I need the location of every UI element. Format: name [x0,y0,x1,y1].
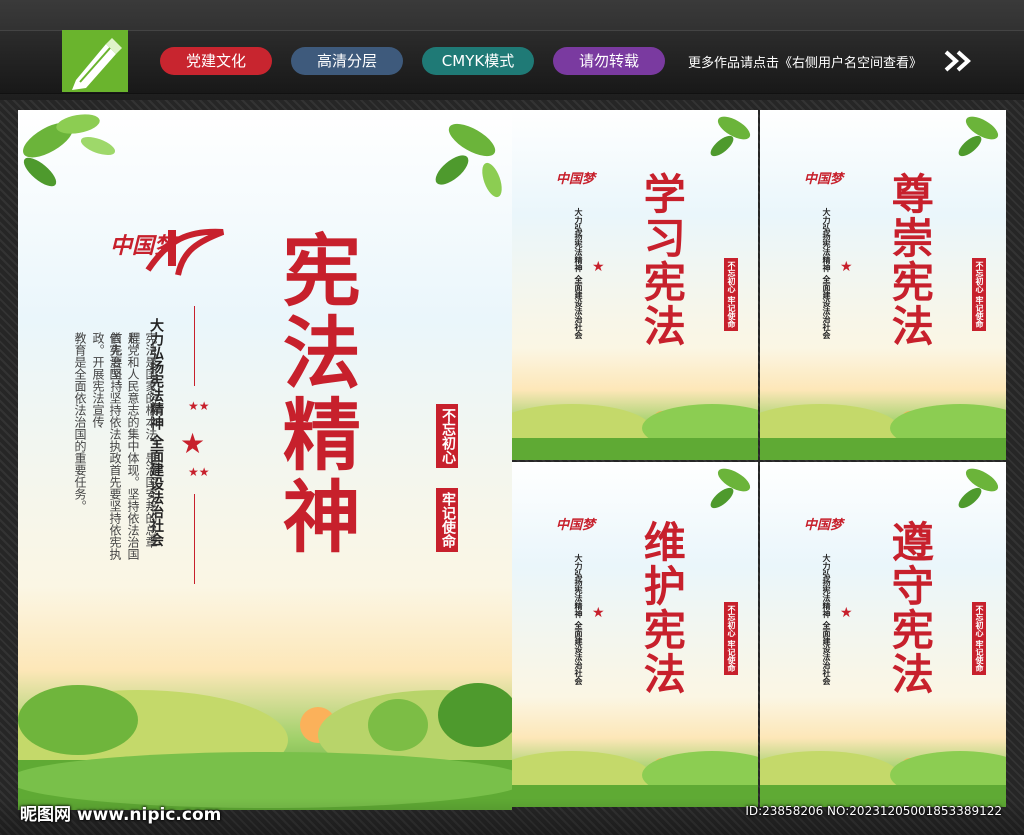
tag-hd-layers[interactable]: 高清分层 [291,47,403,75]
grassland-scenery [760,404,1006,460]
star-large-icon: ★ [180,427,206,460]
main-title: 宪法精神 [269,230,361,558]
divider-line-bottom [194,494,195,584]
poster-seal: 不忘初心 牢记使命 [972,258,986,331]
china-dream-brand-mark: 中国梦 [804,172,844,187]
top-banner: 党建文化 高清分层 CMYK模式 请勿转载 更多作品请点击《右侧用户名空间查看》 [0,0,1024,100]
seal-not-forget: 不忘初心 [436,404,458,468]
star-icon: ★ [592,605,605,621]
china-dream-brand-mark: 中国梦 [556,518,596,533]
grassland-scenery [512,751,758,807]
grassland-scenery [512,404,758,460]
poster-study-constitution: 中国梦 大力弘扬宪法精神 全面建设法治社会 ★ 学习宪法 不忘初心 牢记使命 [512,110,758,460]
star-icon: ★★ [188,399,210,413]
divider-line-top [194,306,195,386]
poster-obey-constitution: 中国梦 大力弘扬宪法精神 全面建设法治社会 ★ 遵守宪法 不忘初心 牢记使命 [760,462,1006,807]
pencil-logo-icon [72,38,122,90]
more-works-notice[interactable]: 更多作品请点击《右侧用户名空间查看》 [688,52,922,71]
china-dream-ribbon-icon [145,228,225,276]
leaves-top-left-decoration [23,114,116,187]
tag-cmyk-mode[interactable]: CMYK模式 [422,47,534,75]
star-icon: ★ [840,605,853,621]
star-icon: ★★ [188,465,210,479]
poster-subtitle: 大力弘扬宪法精神 全面建设法治社会 [574,554,584,685]
tag-party-culture[interactable]: 党建文化 [160,47,272,75]
main-poster: 中国梦 ★★ ★ ★★ 大力弘扬宪法精神 全面建设法治社会 宪法是国家的根本法，… [18,110,512,810]
poster-title: 遵守宪法 [885,520,935,696]
poster-subtitle: 大力弘扬宪法精神 全面建设法治社会 [822,554,832,685]
leaves-decoration [710,468,751,509]
star-icon: ★ [592,259,605,275]
double-chevron-right-icon[interactable] [944,50,972,72]
grassland-scenery [760,751,1006,807]
main-body-line-3: 依宪治国，坚持依法执政首先要坚持依宪执政。开展宪法宣传 [91,332,122,560]
leaves-decoration [958,468,999,509]
poster-title: 学习宪法 [637,172,687,348]
poster-seal: 不忘初心 牢记使命 [972,602,986,675]
leaves-decoration [710,116,751,157]
poster-defend-constitution: 中国梦 大力弘扬宪法精神 全面建设法治社会 ★ 维护宪法 不忘初心 牢记使命 [512,462,758,807]
seal-remember-mission: 牢记使命 [436,488,458,552]
image-id-text: ID:23858206 NO:20231205001853389122 [745,804,1002,818]
site-logo[interactable] [62,30,128,92]
poster-respect-constitution: 中国梦 大力弘扬宪法精神 全面建设法治社会 ★ 尊崇宪法 不忘初心 牢记使命 [760,110,1006,460]
poster-subtitle: 大力弘扬宪法精神 全面建设法治社会 [574,208,584,339]
poster-subtitle: 大力弘扬宪法精神 全面建设法治社会 [822,208,832,339]
poster-seal: 不忘初心 牢记使命 [724,258,738,331]
site-watermark[interactable]: 昵图网 www.nipic.com [20,800,221,825]
leaves-decoration [958,116,999,157]
main-body-line-4: 教育是全面依法治国的重要任务。 [73,332,87,512]
china-dream-brand-mark: 中国梦 [804,518,844,533]
poster-title: 尊崇宪法 [885,172,935,348]
star-icon: ★ [840,259,853,275]
poster-seal: 不忘初心 牢记使命 [724,602,738,675]
leaves-top-right-decoration [435,123,502,198]
china-dream-brand-mark: 中国梦 [556,172,596,187]
tag-no-repost[interactable]: 请勿转载 [553,47,665,75]
grassland-scenery [18,683,512,810]
poster-title: 维护宪法 [637,520,687,696]
